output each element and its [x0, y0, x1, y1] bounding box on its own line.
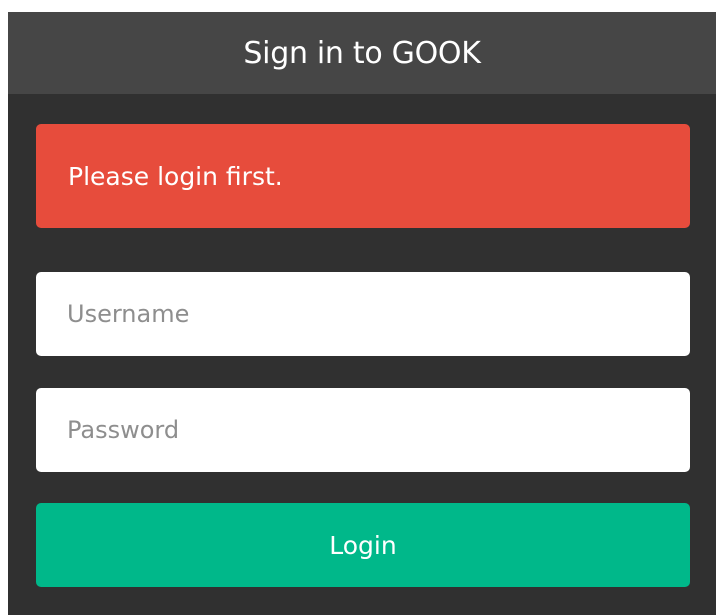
error-alert: Please login first. — [36, 124, 690, 228]
alert-message: Please login first. — [68, 161, 283, 191]
username-input[interactable] — [36, 272, 690, 356]
login-panel: Sign in to GOOK Please login first. Logi… — [8, 12, 716, 615]
login-button[interactable]: Login — [36, 503, 690, 587]
panel-header: Sign in to GOOK — [8, 12, 716, 94]
password-input[interactable] — [36, 388, 690, 472]
page-title: Sign in to GOOK — [243, 35, 481, 71]
